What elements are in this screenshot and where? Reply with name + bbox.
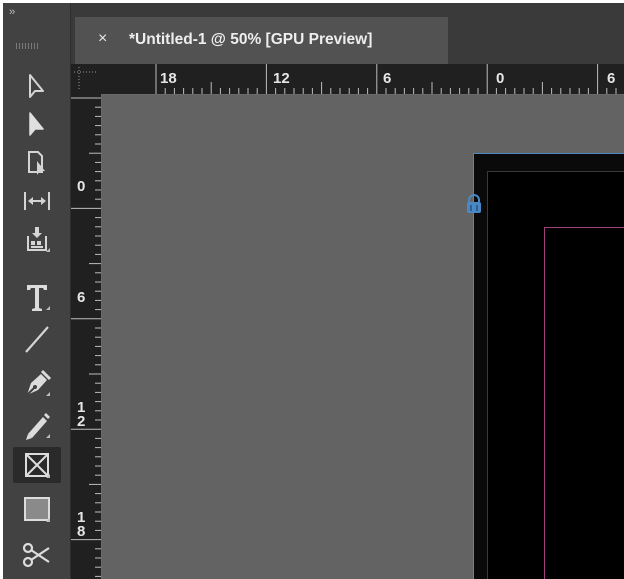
rectangle-frame-tool[interactable] (13, 447, 61, 483)
scissors-icon (22, 542, 50, 568)
close-tab-icon[interactable]: × (98, 30, 107, 48)
type-tool[interactable] (13, 279, 61, 315)
tool-flyout-indicator (46, 248, 50, 252)
tools-panel: ›› (3, 3, 71, 579)
gap-tool-icon (24, 192, 50, 210)
margin-guide (544, 227, 624, 579)
pencil-tool[interactable] (13, 407, 61, 443)
tool-flyout-indicator (46, 306, 50, 310)
ruler-label: 6 (77, 289, 86, 306)
selection-arrow-icon (29, 74, 44, 98)
direct-selection-arrow-icon (29, 112, 44, 136)
line-tool[interactable] (13, 321, 61, 357)
ruler-label: 0 (496, 70, 505, 87)
direct-selection-tool[interactable] (13, 107, 61, 143)
scissors-tool[interactable] (13, 537, 61, 573)
page-tool-icon (28, 151, 45, 175)
indesign-window: ›› × *Untitled-1 @ 50% [GPU Preview] 18 … (3, 3, 624, 579)
vertical-ruler[interactable]: 0 6 1 2 1 8 (71, 94, 102, 579)
ruler-label: 8 (77, 523, 86, 540)
content-collector-tool[interactable] (13, 221, 61, 257)
panel-grip[interactable] (16, 43, 40, 49)
ruler-label: 18 (160, 70, 177, 87)
document-tab-bar: × *Untitled-1 @ 50% [GPU Preview] (71, 3, 624, 64)
pen-tool[interactable] (13, 365, 61, 401)
rectangle-tool[interactable] (13, 491, 61, 527)
layer-lock-icon[interactable] (465, 194, 483, 214)
ruler-label: 6 (607, 70, 616, 87)
selection-tool[interactable] (13, 69, 61, 105)
document-tab-title: *Untitled-1 @ 50% [GPU Preview] (129, 31, 373, 48)
document-tab[interactable]: × *Untitled-1 @ 50% [GPU Preview] (75, 17, 448, 64)
tool-flyout-indicator (46, 474, 50, 478)
collapse-panel-button[interactable]: ›› (9, 6, 15, 18)
horizontal-ruler[interactable]: 18 12 6 0 6 (101, 64, 624, 95)
ruler-label: 0 (77, 178, 86, 195)
page-tool[interactable] (13, 145, 61, 181)
ruler-label: 6 (383, 70, 392, 87)
ruler-origin-icon (74, 67, 98, 91)
tool-flyout-indicator (46, 434, 50, 438)
ruler-label: 2 (77, 413, 86, 430)
ruler-origin[interactable] (71, 64, 102, 95)
tool-flyout-indicator (46, 518, 50, 522)
ruler-label: 12 (273, 70, 290, 87)
line-tool-icon (25, 326, 49, 353)
vertical-ruler-ticks (71, 97, 101, 577)
horizontal-ruler-ticks (155, 64, 617, 94)
gap-tool[interactable] (13, 183, 61, 219)
tool-flyout-indicator (46, 392, 50, 396)
